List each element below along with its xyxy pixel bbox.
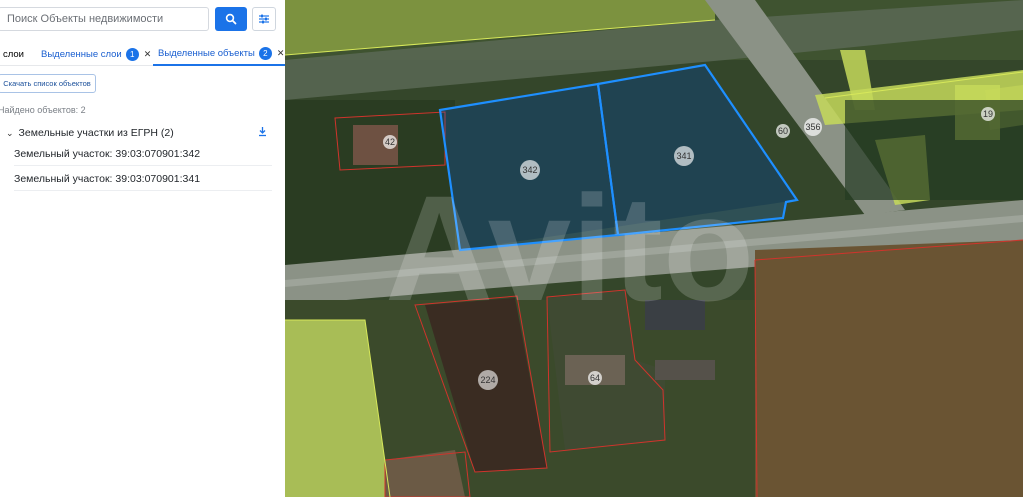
tab-selected-objects-label: Выделенные объекты	[158, 48, 255, 59]
search-bar	[0, 7, 285, 33]
parcel-label-60: 60	[776, 124, 790, 138]
parcel-label-19: 19	[981, 107, 995, 121]
svg-text:356: 356	[805, 122, 820, 132]
found-count: Найдено объектов: 2	[0, 105, 86, 115]
sliders-icon	[259, 14, 269, 24]
left-panel: слои Выделенные слои 1 ✕ Выделенные объе…	[0, 0, 285, 497]
parcel-label-356: 356	[804, 118, 822, 136]
search-icon	[225, 13, 237, 25]
parcel-label-342: 342	[520, 160, 540, 180]
parcel-label-42: 42	[383, 135, 397, 149]
group-header[interactable]: ⌄ Земельные участки из ЕГРН (2)	[6, 126, 272, 140]
list-item[interactable]: Земельный участок: 39:03:070901:341	[14, 168, 272, 191]
chevron-down-icon: ⌄	[6, 127, 14, 138]
svg-text:60: 60	[778, 126, 788, 136]
avito-watermark: Avito	[385, 164, 754, 332]
close-icon[interactable]: ✕	[277, 48, 285, 59]
svg-text:19: 19	[983, 109, 993, 119]
tab-layers[interactable]: слои	[3, 43, 24, 65]
svg-text:64: 64	[590, 373, 600, 383]
tab-layers-label: слои	[3, 48, 24, 60]
download-icon[interactable]	[257, 126, 268, 140]
parcel-label-341: 341	[674, 146, 694, 166]
close-icon[interactable]: ✕	[144, 49, 152, 60]
selected-layers-count-badge: 1	[125, 47, 139, 61]
parcel-label-224: 224	[478, 370, 498, 390]
svg-text:42: 42	[385, 137, 395, 147]
filter-button[interactable]	[252, 7, 276, 31]
svg-text:342: 342	[522, 165, 537, 175]
list-item-label: Земельный участок: 39:03:070901:341	[14, 173, 201, 185]
svg-text:224: 224	[480, 375, 495, 385]
svg-text:341: 341	[676, 151, 691, 161]
search-button[interactable]	[215, 7, 247, 31]
download-list-button[interactable]: Скачать список объектов	[0, 74, 96, 93]
selected-objects-count-badge: 2	[258, 47, 272, 60]
list-item-label: Земельный участок: 39:03:070901:342	[14, 148, 201, 160]
parcel-label-64: 64	[588, 371, 602, 385]
tab-selected-layers[interactable]: Выделенные слои 1 ✕	[41, 43, 151, 65]
tab-selected-layers-label: Выделенные слои	[41, 48, 122, 60]
tab-selected-objects[interactable]: Выделенные объекты 2 ✕	[153, 43, 285, 66]
group-label: Земельные участки из ЕГРН (2)	[18, 127, 174, 139]
search-input[interactable]	[0, 7, 209, 31]
list-item[interactable]: Земельный участок: 39:03:070901:342	[14, 143, 272, 166]
map-view[interactable]: Avito 42 342 341 60 356 19 224 64	[285, 0, 1023, 497]
tab-bar: слои Выделенные слои 1 ✕ Выделенные объе…	[0, 43, 285, 66]
